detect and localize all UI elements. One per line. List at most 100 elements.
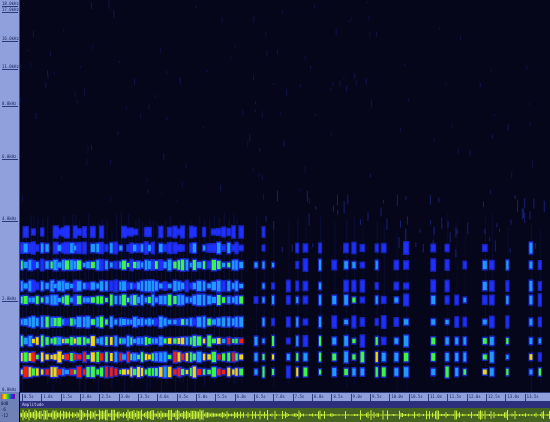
spectrogram-cell bbox=[431, 337, 436, 345]
spectrogram-cell bbox=[499, 228, 501, 232]
spectrogram-cell bbox=[404, 63, 406, 67]
spectrogram-view[interactable] bbox=[20, 0, 550, 392]
spectrogram-cell bbox=[167, 319, 172, 325]
spectrogram-cell bbox=[137, 337, 141, 345]
spectrogram-cell bbox=[313, 4, 315, 9]
spectrogram-cell bbox=[207, 354, 212, 360]
spectrogram-cell bbox=[100, 226, 104, 238]
spectrogram-cell bbox=[45, 316, 49, 328]
spectrogram-cell bbox=[202, 281, 206, 291]
spectrogram-cell bbox=[148, 280, 151, 292]
spectrogram-cell bbox=[221, 369, 226, 375]
time-tick-label: 13.0s bbox=[505, 394, 520, 401]
spectrogram-cell bbox=[35, 262, 39, 268]
spectrogram-cell bbox=[100, 260, 104, 270]
spectrogram-cell bbox=[506, 296, 509, 304]
spectrogram-cell bbox=[368, 15, 370, 21]
spectrogram-cell bbox=[148, 244, 151, 252]
spectrogram-cell bbox=[376, 31, 378, 37]
spectrogram-cell bbox=[533, 198, 535, 209]
spectrogram-cell bbox=[76, 260, 82, 270]
spectrogram-cell bbox=[266, 50, 268, 57]
spectrogram-cell bbox=[286, 281, 290, 291]
spectrogram-cell bbox=[460, 35, 462, 40]
spectrogram-cell bbox=[308, 213, 310, 226]
spectrogram-cell bbox=[76, 229, 82, 235]
frequency-axis[interactable]: 18.0kHz 17.0kHz 16.0kHz 11.0kHz 8.0kHz 6.0kHz… bbox=[0, 0, 20, 393]
spectrogram-cell bbox=[431, 295, 436, 305]
time-tick-label: 6.0s bbox=[234, 394, 247, 401]
spectrogram-cell bbox=[337, 210, 339, 215]
freq-tick-label: 4.0kHz bbox=[2, 216, 19, 222]
spectrogram-cell bbox=[232, 226, 235, 238]
spectrogram-cell bbox=[403, 352, 409, 362]
spectrogram-cell bbox=[531, 159, 533, 168]
spectrogram-cell bbox=[96, 260, 100, 270]
spectrogram-cell bbox=[167, 366, 172, 378]
spectrogram-cell bbox=[163, 318, 167, 326]
spectrogram-cell bbox=[173, 351, 177, 363]
spectrogram-cell bbox=[375, 283, 378, 289]
spectrogram-cell bbox=[482, 245, 487, 251]
spectrogram-cell bbox=[398, 236, 400, 249]
spectrogram-cell bbox=[359, 219, 361, 225]
spectrogram-cell bbox=[86, 297, 90, 303]
spectrogram-cell bbox=[254, 297, 258, 303]
spectrogram-cell bbox=[303, 297, 308, 303]
spectrogram-cell bbox=[431, 353, 436, 361]
spectrogram-cell bbox=[227, 262, 231, 268]
waveform-track[interactable]: Amplitude bbox=[20, 401, 550, 422]
spectrogram-cell bbox=[192, 319, 197, 325]
spectrogram-cell bbox=[492, 134, 494, 139]
spectrogram-cell bbox=[258, 172, 260, 178]
spectrogram-cell bbox=[159, 47, 161, 54]
spectrogram-cell bbox=[369, 30, 371, 37]
color-palette-icon[interactable] bbox=[1, 394, 15, 399]
spectrogram-cell bbox=[202, 294, 206, 306]
spectrogram-cell bbox=[380, 207, 382, 217]
spectrogram-cell bbox=[350, 17, 352, 22]
spectrogram-cell bbox=[185, 337, 189, 345]
spectrogram-cell bbox=[227, 337, 231, 345]
volume-label-top: 0dB bbox=[1, 401, 9, 406]
spectrogram-cell bbox=[90, 297, 95, 303]
spectrogram-cell bbox=[90, 244, 95, 252]
spectrogram-cell bbox=[522, 208, 524, 218]
spectrogram-cell bbox=[419, 229, 421, 233]
spectrogram-cell bbox=[163, 245, 167, 251]
spectrogram-cell bbox=[64, 260, 70, 270]
time-tick-label: 1.5s bbox=[60, 394, 73, 401]
spectrogram-cell bbox=[196, 294, 202, 306]
time-tick-label: 1.0s bbox=[41, 394, 53, 401]
spectrogram-cell bbox=[76, 366, 82, 378]
spectrogram-cell bbox=[35, 337, 39, 345]
spectrogram-cell bbox=[110, 159, 112, 165]
spectrogram-cell bbox=[235, 368, 238, 376]
spectrogram-canvas[interactable] bbox=[20, 0, 550, 392]
spectrogram-cell bbox=[86, 338, 90, 344]
spectrogram-cell bbox=[455, 227, 457, 238]
spectrogram-cell bbox=[259, 147, 261, 152]
spectrogram-cell bbox=[221, 245, 226, 251]
spectrogram-cell bbox=[192, 243, 197, 253]
spectrogram-cell bbox=[403, 367, 409, 377]
spectrogram-cell bbox=[262, 366, 265, 378]
spectrogram-cell bbox=[239, 317, 244, 327]
spectrogram-cell bbox=[87, 145, 89, 153]
spectrogram-cell bbox=[529, 211, 531, 220]
spectrogram-cell bbox=[57, 245, 62, 251]
spectrogram-cell bbox=[45, 369, 49, 375]
spectrogram-cell bbox=[254, 109, 256, 112]
spectrogram-cell bbox=[181, 319, 185, 325]
spectrogram-cell bbox=[192, 335, 197, 347]
spectrogram-cell bbox=[148, 296, 151, 304]
spectrogram-cell bbox=[308, 197, 310, 204]
spectrogram-cell bbox=[196, 336, 202, 346]
spectrogram-cell bbox=[96, 317, 100, 327]
spectrogram-cell bbox=[521, 208, 523, 220]
waveform-display[interactable] bbox=[20, 408, 550, 422]
spectrogram-cell bbox=[105, 297, 108, 303]
spectrogram-cell bbox=[455, 337, 459, 345]
track-header[interactable]: Amplitude bbox=[20, 401, 550, 408]
spectrogram-cell bbox=[121, 319, 127, 325]
